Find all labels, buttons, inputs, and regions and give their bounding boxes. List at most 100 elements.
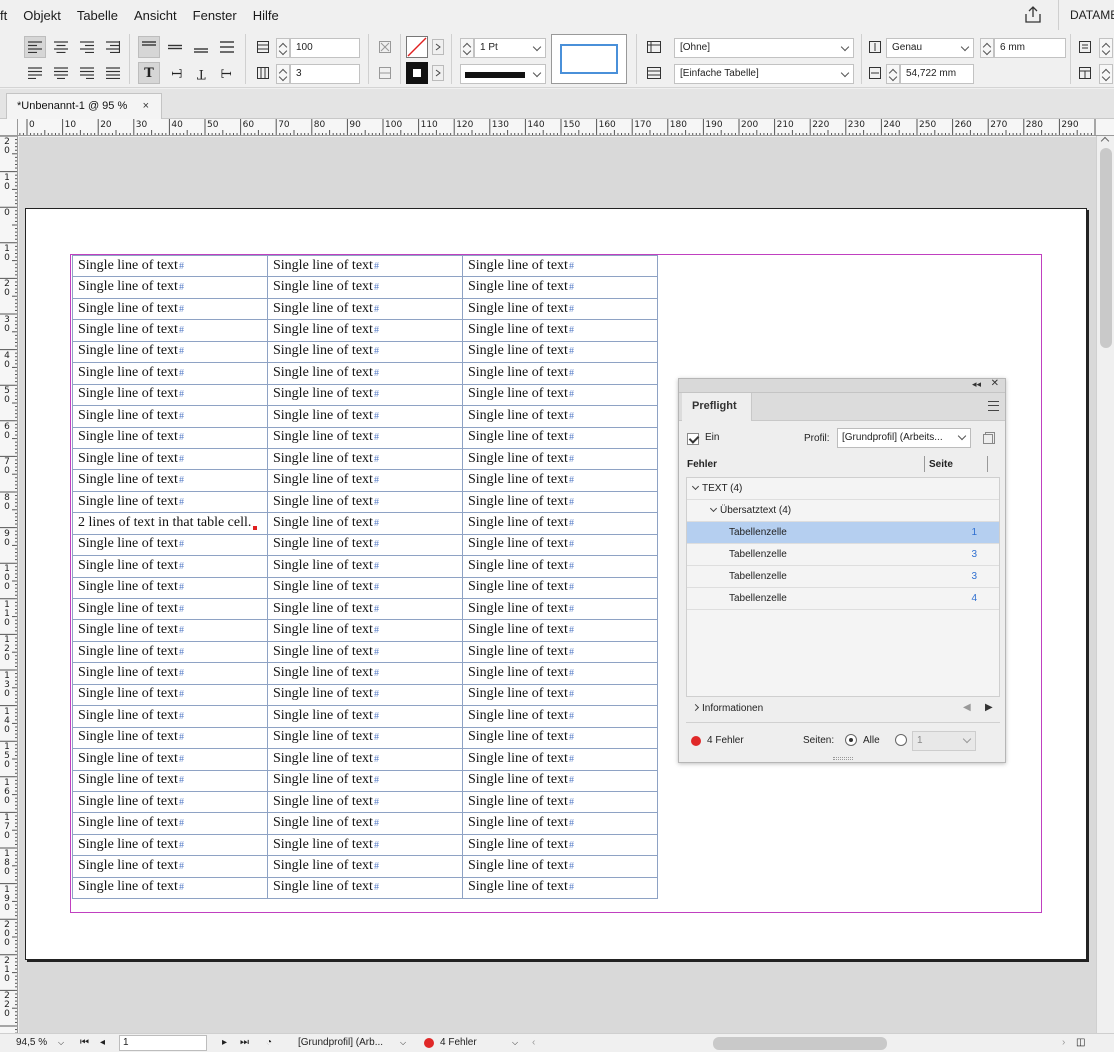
table-cell[interactable]: Single line of text# bbox=[72, 254, 268, 278]
table-cell[interactable]: Single line of text# bbox=[72, 726, 268, 750]
table-cell[interactable]: Single line of text# bbox=[462, 512, 658, 535]
table-cell[interactable]: Single line of text# bbox=[72, 447, 268, 471]
table-cell[interactable]: Single line of text# bbox=[267, 748, 463, 771]
close-tab-icon[interactable]: × bbox=[143, 94, 149, 118]
row-height-stepper[interactable] bbox=[980, 38, 994, 58]
table-options-icon[interactable] bbox=[1074, 62, 1096, 84]
align-left-icon[interactable] bbox=[24, 36, 46, 58]
stroke-weight-field[interactable]: 1 Pt bbox=[474, 38, 546, 58]
preflight-titlebar[interactable]: ◂◂ ✕ bbox=[679, 378, 1005, 393]
table-cell[interactable]: Single line of text# bbox=[462, 790, 658, 814]
datamerge-panel-label[interactable]: DATAME bbox=[1058, 0, 1114, 30]
preflight-tab[interactable]: Preflight bbox=[682, 393, 752, 421]
menu-item-fenster[interactable]: Fenster bbox=[185, 8, 245, 23]
table-cell[interactable]: Single line of text# bbox=[462, 662, 658, 685]
table-cell[interactable]: Single line of text# bbox=[462, 254, 658, 278]
page-range-field[interactable]: 1 bbox=[912, 731, 976, 751]
table-cell[interactable]: Single line of text# bbox=[267, 619, 463, 642]
table-cell[interactable]: Single line of text# bbox=[267, 705, 463, 728]
table-cell[interactable]: Single line of text# bbox=[462, 576, 658, 600]
stroke-arrow-icon[interactable] bbox=[432, 65, 444, 81]
table-cell[interactable]: Single line of text# bbox=[72, 426, 268, 449]
table-cell[interactable]: Single line of text# bbox=[72, 662, 268, 685]
table-cell[interactable]: Single line of text# bbox=[462, 769, 658, 792]
align-right-icon[interactable] bbox=[76, 36, 98, 58]
table-cell[interactable]: Single line of text# bbox=[72, 597, 268, 621]
table-cell[interactable]: Single line of text# bbox=[462, 748, 658, 771]
text-inset-icon[interactable] bbox=[1074, 36, 1096, 58]
table-cell[interactable]: Single line of text# bbox=[267, 555, 463, 578]
preflight-status-icon[interactable]: ◔ bbox=[266, 1034, 272, 1052]
stroke-swatch[interactable] bbox=[406, 62, 428, 84]
table-cell[interactable]: Single line of text# bbox=[267, 426, 463, 449]
table-cell[interactable]: Single line of text# bbox=[267, 855, 463, 878]
table-cell[interactable]: Single line of text# bbox=[462, 469, 658, 492]
status-errors[interactable]: 4 Fehler bbox=[440, 1034, 477, 1052]
table-cell[interactable]: Single line of text# bbox=[72, 576, 268, 600]
table-cell[interactable]: 2 lines of text in that table cell. bbox=[72, 512, 268, 535]
table-cell[interactable]: Single line of text# bbox=[267, 254, 463, 278]
horizontal-ruler[interactable]: 0 10 20 30 40 50 60 70 80 90 100 110 120 130 140 150 160… bbox=[18, 119, 1114, 136]
pages-all-radio[interactable] bbox=[845, 734, 857, 746]
table-cell[interactable]: Single line of text# bbox=[267, 512, 463, 535]
columns-field[interactable]: 3 bbox=[290, 64, 360, 84]
table-cell[interactable]: Single line of text# bbox=[72, 340, 268, 364]
table-cell[interactable]: Single line of text# bbox=[267, 340, 463, 364]
align-top-icon[interactable] bbox=[138, 36, 160, 58]
fill-arrow-icon[interactable] bbox=[432, 39, 444, 55]
table-style-select[interactable]: [Einfache Tabelle] bbox=[674, 64, 854, 84]
table-cell[interactable]: Single line of text# bbox=[462, 705, 658, 728]
collapse-panel-icon[interactable]: ◂◂ bbox=[972, 379, 981, 390]
panel-resize-grip[interactable] bbox=[833, 757, 853, 760]
preflight-on-checkbox[interactable] bbox=[687, 433, 699, 445]
scroll-left-icon[interactable]: ‹ bbox=[532, 1034, 535, 1052]
fill-none-swatch[interactable] bbox=[406, 36, 428, 58]
pages-range-radio[interactable] bbox=[895, 734, 907, 746]
table-cell[interactable]: Single line of text# bbox=[72, 876, 268, 900]
table-cell[interactable]: Single line of text# bbox=[462, 319, 658, 342]
rotate-180-icon[interactable]: T bbox=[190, 62, 212, 84]
table-cell[interactable]: Single line of text# bbox=[462, 555, 658, 578]
table-cell[interactable]: Single line of text# bbox=[72, 748, 268, 771]
error-row[interactable]: Tabellenzelle 3 bbox=[687, 544, 999, 566]
info-disclosure[interactable]: Informationen bbox=[691, 703, 763, 714]
table-cell[interactable]: Single line of text# bbox=[267, 276, 463, 299]
table-cell[interactable]: Single line of text# bbox=[462, 619, 658, 642]
table-cell[interactable]: Single line of text# bbox=[72, 490, 268, 514]
table-cell[interactable]: Single line of text# bbox=[267, 469, 463, 492]
next-page-icon[interactable]: ▸ bbox=[222, 1034, 227, 1052]
rotate-270-icon[interactable]: T bbox=[216, 62, 238, 84]
error-page-link[interactable]: 3 bbox=[971, 566, 977, 587]
error-row[interactable]: Tabellenzelle 3 bbox=[687, 566, 999, 588]
table-cell[interactable]: Single line of text# bbox=[72, 855, 268, 878]
menu-item-hilfe[interactable]: Hilfe bbox=[245, 8, 287, 23]
table-cell[interactable]: Single line of text# bbox=[462, 533, 658, 557]
first-page-icon[interactable]: ⏮ bbox=[80, 1034, 89, 1052]
vertical-ruler[interactable]: 2010010203040506070809010011012013014015… bbox=[0, 136, 18, 1034]
table-cell[interactable]: Single line of text# bbox=[267, 533, 463, 557]
table-cell[interactable]: Single line of text# bbox=[462, 490, 658, 514]
table-cell[interactable]: Single line of text# bbox=[72, 619, 268, 642]
share-icon[interactable] bbox=[1022, 4, 1044, 26]
profile-dropdown-icon[interactable]: ⌵ bbox=[400, 1034, 406, 1052]
scroll-up-icon[interactable] bbox=[1100, 136, 1110, 146]
panel-menu-icon[interactable] bbox=[988, 401, 999, 411]
table-cell[interactable]: Single line of text# bbox=[267, 405, 463, 428]
chevron-down-icon[interactable] bbox=[691, 482, 700, 491]
rows-stepper[interactable] bbox=[276, 38, 290, 58]
table-cell[interactable]: Single line of text# bbox=[267, 833, 463, 857]
close-panel-icon[interactable]: ✕ bbox=[991, 378, 999, 389]
next-error-icon[interactable]: ▶ bbox=[985, 702, 993, 713]
table-cell[interactable]: Single line of text# bbox=[462, 447, 658, 471]
preflight-error-list[interactable]: TEXT (4) Übersatztext (4) Tabellenzelle 1 Ta… bbox=[686, 477, 1000, 697]
table-cell[interactable]: Single line of text# bbox=[462, 640, 658, 664]
column-width-stepper[interactable] bbox=[886, 64, 900, 84]
table-cell[interactable]: Single line of text# bbox=[267, 769, 463, 792]
table-cell[interactable]: Single line of text# bbox=[72, 405, 268, 428]
horizontal-scroll-thumb[interactable] bbox=[713, 1037, 887, 1050]
rotate-90-icon[interactable]: T bbox=[164, 62, 186, 84]
scroll-right-icon[interactable]: › bbox=[1062, 1034, 1065, 1052]
page-number-field[interactable]: 1 bbox=[119, 1035, 207, 1051]
cell-style-select[interactable]: [Ohne] bbox=[674, 38, 854, 58]
table-cell[interactable]: Single line of text# bbox=[267, 640, 463, 664]
